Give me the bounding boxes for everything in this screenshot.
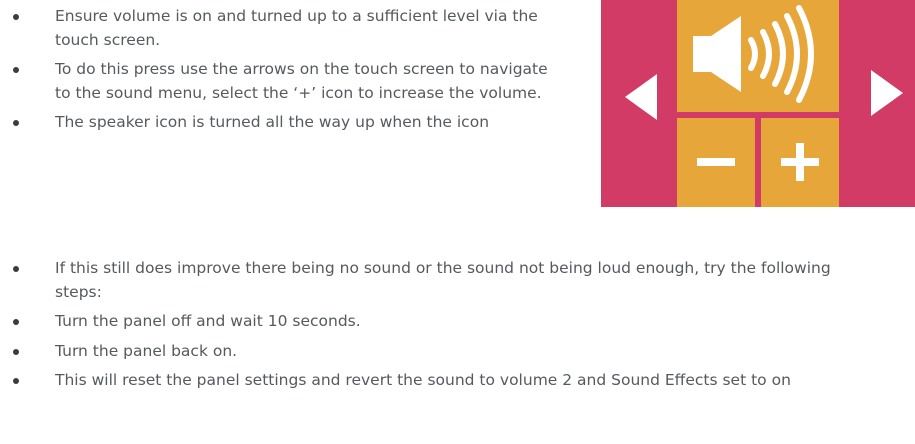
list-item: This will reset the panel settings and r… [0, 369, 880, 393]
speaker-volume-icon [693, 5, 814, 103]
volume-panel-image [601, 0, 915, 207]
list-item: Ensure volume is on and turned up to a s… [0, 5, 560, 52]
list-item: To do this press use the arrows on the t… [0, 58, 560, 105]
right-arrow-icon [871, 70, 903, 116]
list-item: If this still does improve there being n… [0, 257, 880, 304]
list-item: Turn the panel off and wait 10 seconds. [0, 310, 880, 334]
instructions-list-bottom: If this still does improve there being n… [0, 257, 880, 399]
minus-icon [697, 158, 735, 166]
list-item: Turn the panel back on. [0, 340, 880, 364]
instructions-list-top: Ensure volume is on and turned up to a s… [0, 5, 560, 141]
left-arrow-icon [625, 74, 657, 120]
plus-icon [781, 143, 819, 181]
list-item: The speaker icon is turned all the way u… [0, 111, 560, 135]
